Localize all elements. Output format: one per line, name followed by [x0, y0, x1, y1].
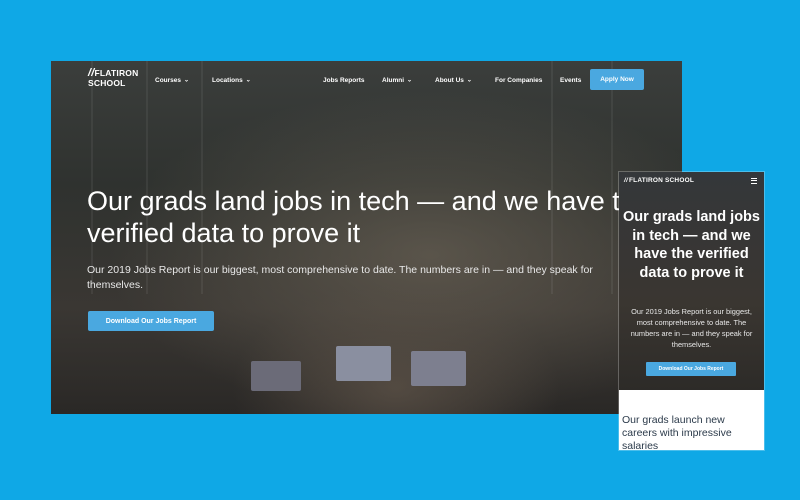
- logo-line1: FLATIRON: [94, 68, 139, 78]
- laptop-image: [251, 361, 301, 391]
- laptop-image: [411, 351, 466, 386]
- nav-jobs-reports[interactable]: Jobs Reports: [323, 77, 365, 84]
- nav-courses-label: Courses: [155, 77, 182, 84]
- chevron-down-icon: ⌄: [184, 77, 190, 84]
- flatiron-school-logo[interactable]: //FLATIRON SCHOOL: [88, 68, 138, 88]
- mobile-preview: //FLATIRON SCHOOL Our grads land jobs in…: [619, 172, 764, 450]
- nav-events[interactable]: Events: [560, 77, 581, 84]
- mobile-section: Our grads launch new careers with impres…: [619, 390, 764, 450]
- logo-text: FLATIRON SCHOOL: [629, 177, 695, 184]
- logo-slashes: //: [624, 177, 629, 184]
- nav-about-us-label: About Us: [435, 77, 464, 84]
- nav-alumni-label: Alumni: [382, 77, 405, 84]
- nav-for-companies[interactable]: For Companies: [495, 77, 542, 84]
- desktop-preview: //FLATIRON SCHOOL Courses ⌄ Locations ⌄ Jo…: [51, 61, 682, 414]
- download-jobs-report-button[interactable]: Download Our Jobs Report: [88, 311, 214, 331]
- hero-subtext: Our 2019 Jobs Report is our biggest, mos…: [87, 264, 593, 291]
- hamburger-menu-icon[interactable]: [751, 178, 757, 185]
- nav-about-us[interactable]: About Us ⌄: [435, 77, 472, 84]
- nav-courses[interactable]: Courses ⌄: [155, 77, 189, 84]
- chevron-down-icon: ⌄: [407, 77, 413, 84]
- hero-background-photo: [231, 284, 561, 414]
- apply-now-button[interactable]: Apply Now: [590, 69, 644, 90]
- chevron-down-icon: ⌄: [245, 77, 251, 84]
- nav-locations-label: Locations: [212, 77, 243, 84]
- nav-for-companies-label: For Companies: [495, 77, 543, 84]
- mobile-hero: //FLATIRON SCHOOL Our grads land jobs in…: [619, 172, 764, 390]
- top-navigation: //FLATIRON SCHOOL Courses ⌄ Locations ⌄ Jo…: [51, 61, 682, 101]
- mobile-download-jobs-report-button[interactable]: Download Our Jobs Report: [646, 362, 736, 376]
- hero-headline: Our grads land jobs in tech — and we hav…: [87, 186, 650, 248]
- mobile-hero-subtext: Our 2019 Jobs Report is our biggest, mos…: [630, 307, 753, 349]
- laptop-image: [336, 346, 391, 381]
- chevron-down-icon: ⌄: [466, 77, 472, 84]
- mobile-hero-headline: Our grads land jobs in tech — and we hav…: [623, 209, 760, 281]
- nav-alumni[interactable]: Alumni ⌄: [382, 77, 412, 84]
- logo-line2: SCHOOL: [88, 78, 126, 88]
- mobile-section-heading: Our grads launch new careers with impres…: [622, 414, 732, 450]
- nav-locations[interactable]: Locations ⌄: [212, 77, 251, 84]
- nav-jobs-reports-label: Jobs Reports: [323, 77, 365, 84]
- nav-events-label: Events: [560, 77, 582, 84]
- flatiron-school-logo[interactable]: //FLATIRON SCHOOL: [624, 177, 695, 185]
